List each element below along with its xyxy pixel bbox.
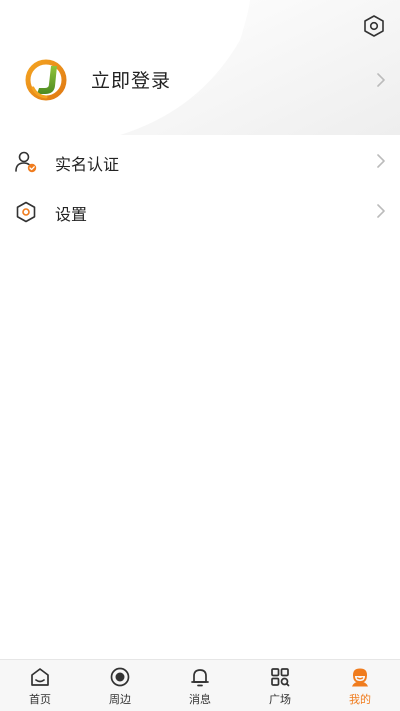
menu-item-label: 实名认证	[55, 155, 120, 174]
hexagon-settings-icon	[16, 201, 36, 223]
profile-icon	[352, 668, 368, 687]
menu-item-settings[interactable]: 设置	[0, 186, 400, 236]
chevron-right-icon	[377, 73, 385, 87]
bell-icon	[191, 669, 209, 687]
bottom-tab-bar: 首页 周边 消息 广场 我的	[0, 659, 400, 711]
tab-label: 广场	[269, 693, 291, 706]
tab-home[interactable]: 首页	[0, 660, 80, 711]
tab-messages[interactable]: 消息	[160, 660, 240, 711]
tab-label: 消息	[189, 693, 211, 706]
square-grid-icon	[271, 668, 290, 687]
chevron-right-icon	[377, 154, 385, 168]
chevron-right-icon	[377, 204, 385, 218]
menu-list: 实名认证 设置	[0, 136, 400, 236]
user-verified-icon	[15, 151, 37, 173]
nearby-icon	[110, 667, 130, 687]
profile-page: 立即登录 实名认证 设置 首页 周边 消息 广场 我的	[0, 0, 400, 711]
tab-label: 首页	[29, 693, 51, 706]
menu-item-real-name-verification[interactable]: 实名认证	[0, 136, 400, 186]
tab-label: 周边	[109, 693, 131, 706]
login-label: 立即登录	[91, 70, 172, 92]
hexagon-gear-icon[interactable]	[362, 14, 386, 38]
avatar	[24, 58, 68, 102]
menu-item-label: 设置	[55, 205, 88, 224]
tab-label: 我的	[349, 693, 371, 706]
tab-mine[interactable]: 我的	[320, 660, 400, 711]
login-row[interactable]: 立即登录	[0, 52, 400, 108]
home-icon	[31, 668, 49, 686]
tab-nearby[interactable]: 周边	[80, 660, 160, 711]
tab-square[interactable]: 广场	[240, 660, 320, 711]
